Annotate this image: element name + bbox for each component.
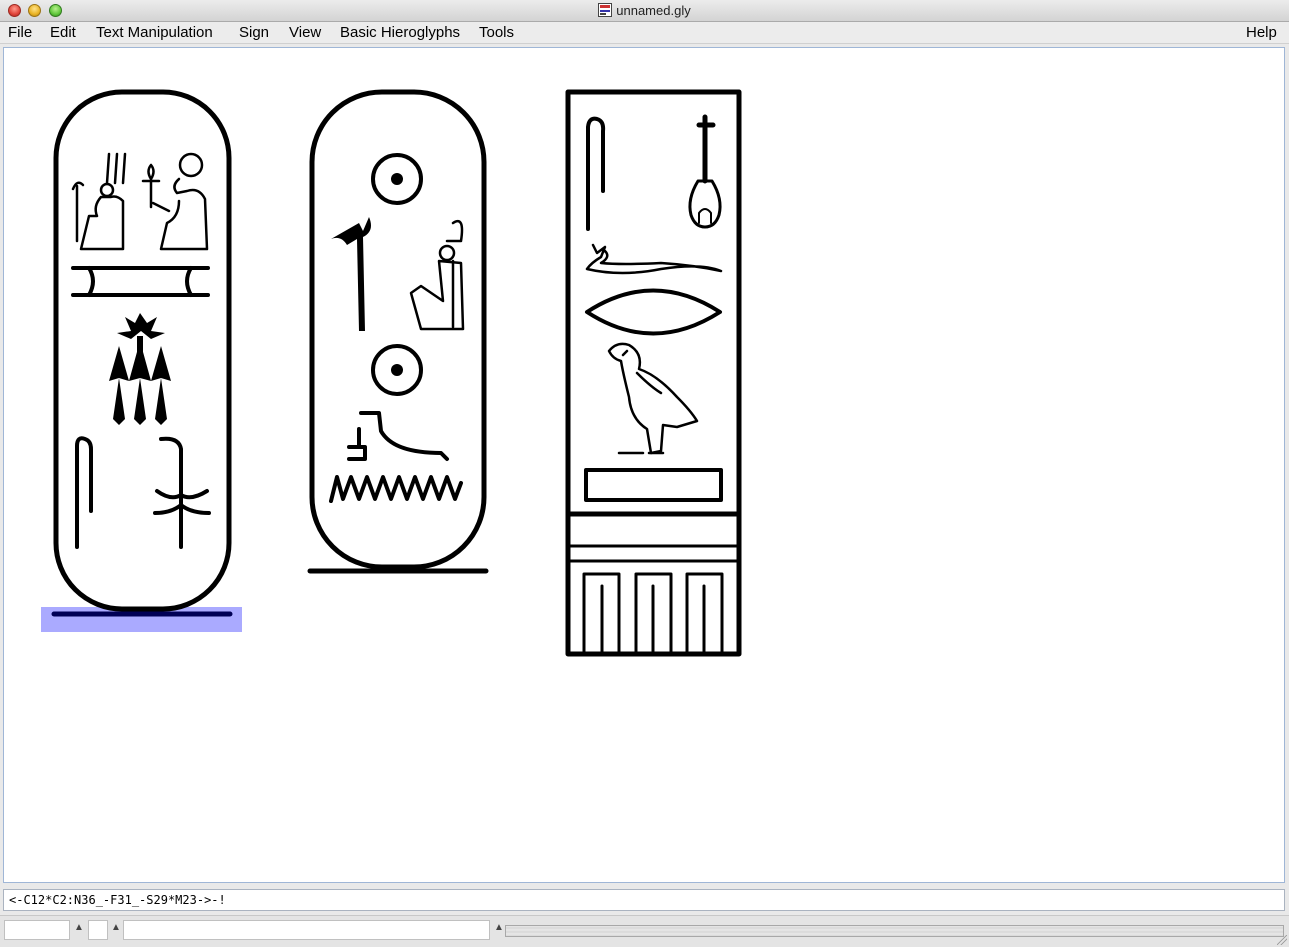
menu-tools[interactable]: Tools	[479, 24, 514, 41]
sedge-glyph	[75, 436, 211, 549]
cartouche-1[interactable]	[51, 89, 233, 617]
lizard-glyph	[585, 243, 723, 275]
ra-glyph	[141, 152, 209, 251]
code-line-text: <-C12*C2:N36_-F31_-S29*M23->-!	[9, 893, 226, 907]
menu-help[interactable]: Help	[1246, 24, 1277, 41]
menu-view[interactable]: View	[289, 24, 321, 41]
app-icon	[598, 3, 613, 17]
mouth-glyph	[585, 288, 722, 336]
facade-panels	[582, 572, 724, 656]
stepper-up-icon-3[interactable]: ▲	[494, 922, 504, 933]
window-title-area: unnamed.gly	[0, 3, 1289, 18]
serekh[interactable]	[565, 89, 742, 657]
ground-rectangle-glyph	[584, 468, 723, 502]
amun-glyph	[71, 152, 127, 251]
sun-glyph-1	[371, 153, 423, 205]
canal-glyph	[71, 266, 210, 297]
menu-text-manipulation[interactable]: Text Manipulation	[96, 24, 213, 41]
progress-bar	[505, 925, 1284, 937]
status-field-2[interactable]	[88, 920, 108, 940]
lily-glyph	[109, 313, 171, 425]
window-title: unnamed.gly	[616, 3, 691, 18]
scepter-glyph	[688, 114, 722, 229]
status-field-1[interactable]	[4, 920, 70, 940]
hieroglyph-canvas[interactable]	[3, 47, 1285, 883]
menu-bar: File Edit Text Manipulation Sign View Ba…	[0, 22, 1289, 44]
sedge-glyph-serekh	[586, 116, 606, 231]
title-bar: unnamed.gly	[0, 0, 1289, 22]
menu-basic-hieroglyphs[interactable]: Basic Hieroglyphs	[340, 24, 460, 41]
jackal-head-glyph	[331, 217, 371, 331]
water-glyph	[329, 475, 463, 503]
cartouche-2[interactable]	[307, 89, 489, 574]
hieroglyph-drawing	[41, 89, 742, 657]
seated-goddess-glyph	[409, 219, 465, 331]
code-line-field[interactable]: <-C12*C2:N36_-F31_-S29*M23->-!	[3, 889, 1285, 911]
menu-edit[interactable]: Edit	[50, 24, 76, 41]
sun-glyph-2	[371, 344, 423, 396]
stepper-up-icon-2[interactable]: ▲	[111, 922, 121, 933]
falcon-glyph	[607, 342, 699, 455]
arm-glyph	[347, 411, 449, 461]
status-field-3[interactable]	[123, 920, 490, 940]
resize-grip-icon[interactable]	[1277, 935, 1287, 945]
menu-file[interactable]: File	[8, 24, 32, 41]
menu-sign[interactable]: Sign	[239, 24, 269, 41]
stepper-up-icon-1[interactable]: ▲	[74, 922, 84, 933]
status-bar: ▲ ▲ ▲	[0, 915, 1289, 947]
